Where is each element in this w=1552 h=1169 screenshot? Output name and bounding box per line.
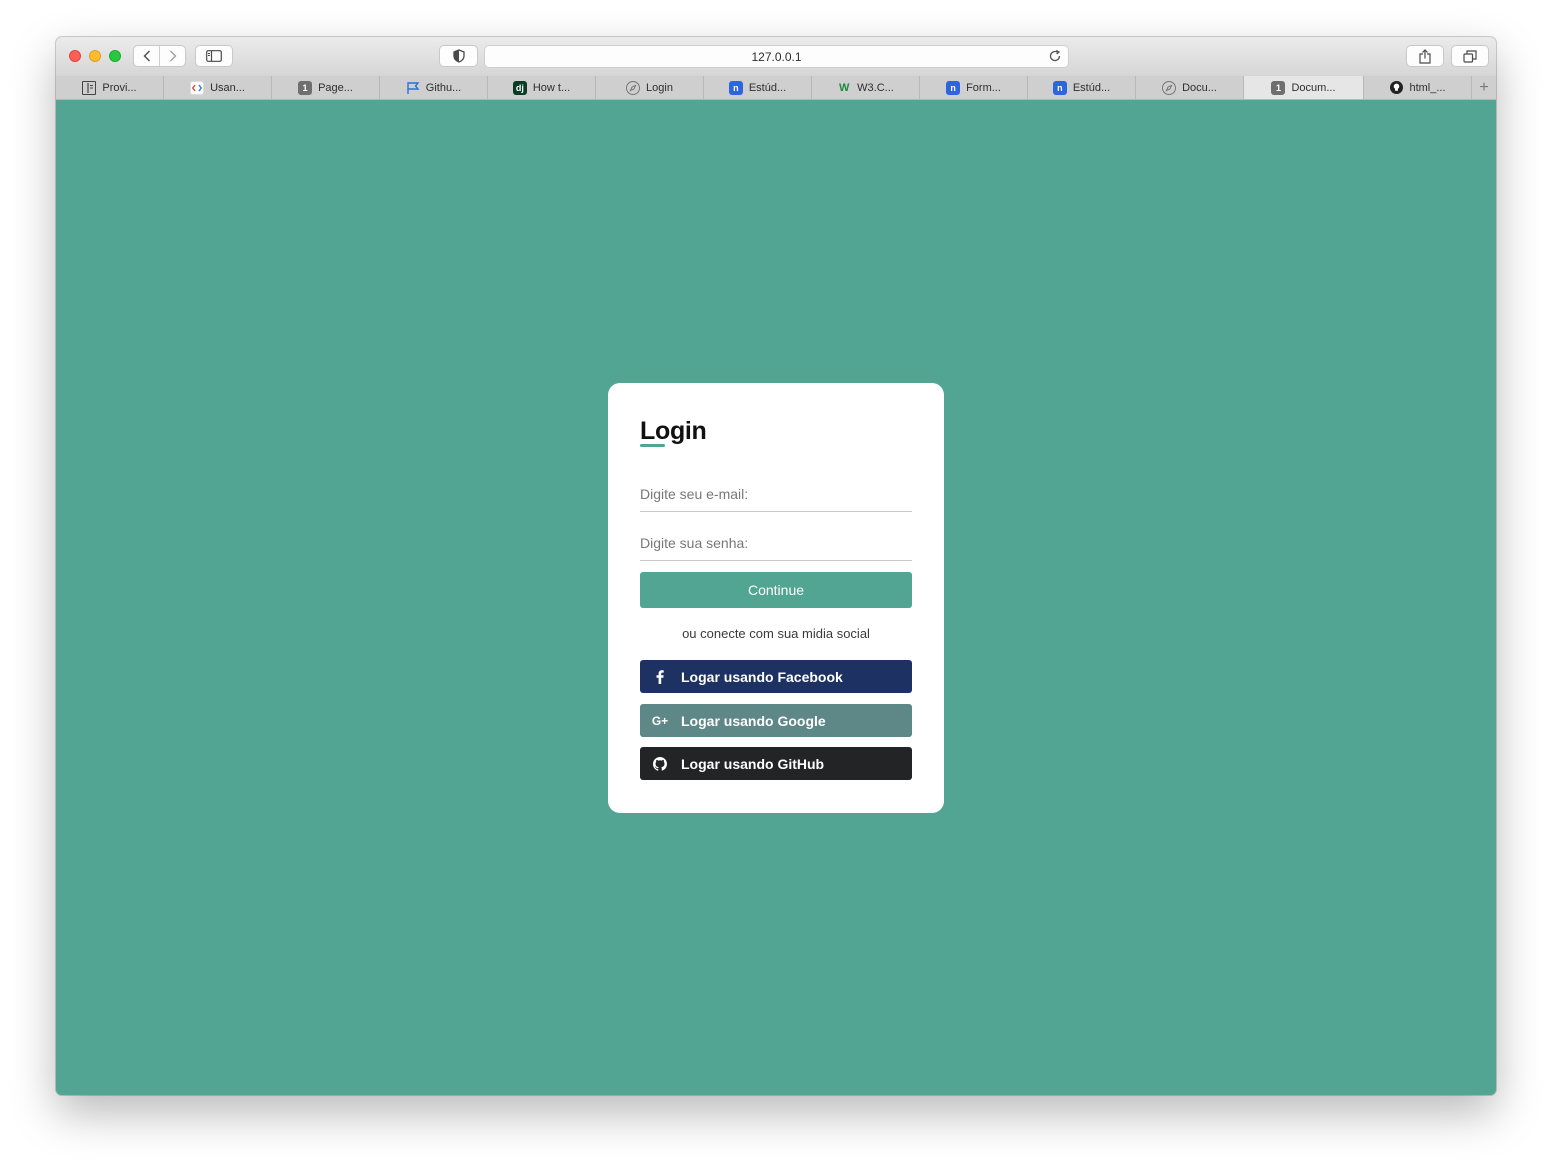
share-icon xyxy=(1419,48,1431,64)
facebook-login-label: Logar usando Facebook xyxy=(681,668,843,685)
page-content: Login Continue ou conecte com sua midia … xyxy=(56,100,1496,1095)
url-text: 127.0.0.1 xyxy=(751,50,802,64)
compass-icon xyxy=(1162,80,1177,95)
tab-label: Estúd... xyxy=(1072,81,1111,94)
django-icon: dj xyxy=(512,80,527,95)
browser-tab[interactable]: Docu... xyxy=(1136,76,1244,99)
n-icon: n xyxy=(728,80,743,95)
tab-label: Docum... xyxy=(1291,81,1336,94)
maximize-window-button[interactable] xyxy=(109,50,121,62)
browser-window: 127.0.0.1 Provi... Usan... 1 Page... Githu..… xyxy=(56,37,1496,1095)
browser-tab[interactable]: html_... xyxy=(1364,76,1472,99)
tab-label: Form... xyxy=(966,81,1001,94)
google-login-label: Logar usando Google xyxy=(681,712,826,729)
browser-tab[interactable]: n Form... xyxy=(920,76,1028,99)
tab-label: html_... xyxy=(1409,81,1446,94)
reload-icon[interactable] xyxy=(1048,49,1062,63)
tab-label: Provi... xyxy=(102,81,137,94)
browser-tab[interactable]: 1 Docum... xyxy=(1244,76,1364,99)
flag-icon xyxy=(406,81,420,95)
title-underline xyxy=(640,444,665,447)
share-button[interactable] xyxy=(1406,45,1444,67)
browser-tab[interactable]: n Estúd... xyxy=(704,76,812,99)
tab-bar: Provi... Usan... 1 Page... Githu... dj How t..… xyxy=(56,76,1496,100)
sidebar-icon xyxy=(206,50,222,62)
navigation-buttons xyxy=(133,45,186,67)
facebook-icon xyxy=(640,669,680,684)
github-login-button[interactable]: Logar usando GitHub xyxy=(640,747,912,780)
tab-label: Login xyxy=(646,81,673,94)
browser-tab[interactable]: n Estúd... xyxy=(1028,76,1136,99)
tab-label: Usan... xyxy=(210,81,245,94)
browser-tab[interactable]: Provi... xyxy=(56,76,164,99)
chevron-right-icon xyxy=(169,50,176,62)
title-bar: 127.0.0.1 xyxy=(56,37,1496,77)
browser-tab[interactable]: Githu... xyxy=(380,76,488,99)
browser-tab[interactable]: dj How t... xyxy=(488,76,596,99)
github-icon xyxy=(640,756,680,771)
w3-icon: W xyxy=(838,81,850,94)
compass-icon xyxy=(626,80,641,95)
tab-label: Page... xyxy=(318,81,353,94)
browser-tab[interactable]: W W3.C... xyxy=(812,76,920,99)
n-icon: n xyxy=(946,80,961,95)
sidebar-toggle-button[interactable] xyxy=(195,45,233,67)
minimize-window-button[interactable] xyxy=(89,50,101,62)
new-tab-button[interactable]: + xyxy=(1472,76,1496,99)
n-icon: n xyxy=(1052,80,1067,95)
address-bar[interactable]: 127.0.0.1 xyxy=(484,45,1069,68)
github-login-label: Logar usando GitHub xyxy=(681,755,825,772)
forward-button[interactable] xyxy=(159,46,185,66)
browser-tab[interactable]: Usan... xyxy=(164,76,272,99)
tab-overview-button[interactable] xyxy=(1451,45,1489,67)
code-icon xyxy=(190,80,205,95)
browser-tab[interactable]: 1 Page... xyxy=(272,76,380,99)
close-window-button[interactable] xyxy=(69,50,81,62)
login-title: Login xyxy=(640,417,707,445)
tab-label: Docu... xyxy=(1182,81,1217,94)
tab-label: How t... xyxy=(532,81,571,94)
shield-icon xyxy=(452,49,465,63)
login-card: Login Continue ou conecte com sua midia … xyxy=(608,383,944,813)
privacy-report-button[interactable] xyxy=(439,45,478,67)
tab-label: Estúd... xyxy=(748,81,787,94)
email-field[interactable] xyxy=(640,476,912,512)
continue-button[interactable]: Continue xyxy=(640,572,912,608)
social-login-text: ou conecte com sua midia social xyxy=(682,626,870,641)
tab-label: Githu... xyxy=(425,81,462,94)
tab-label: W3.C... xyxy=(857,81,894,94)
facebook-login-button[interactable]: Logar usando Facebook xyxy=(640,660,912,693)
number-one-icon: 1 xyxy=(298,80,313,95)
password-field[interactable] xyxy=(640,525,912,561)
github-icon xyxy=(1389,81,1403,95)
chevron-left-icon xyxy=(143,50,150,62)
browser-tab[interactable]: Login xyxy=(596,76,704,99)
number-one-icon: 1 xyxy=(1271,80,1286,95)
back-button[interactable] xyxy=(134,46,159,66)
tab-overview-icon xyxy=(1463,49,1477,63)
google-login-button[interactable]: G+ Logar usando Google xyxy=(640,704,912,737)
google-plus-icon: G+ xyxy=(651,713,669,728)
book-icon xyxy=(82,80,97,95)
